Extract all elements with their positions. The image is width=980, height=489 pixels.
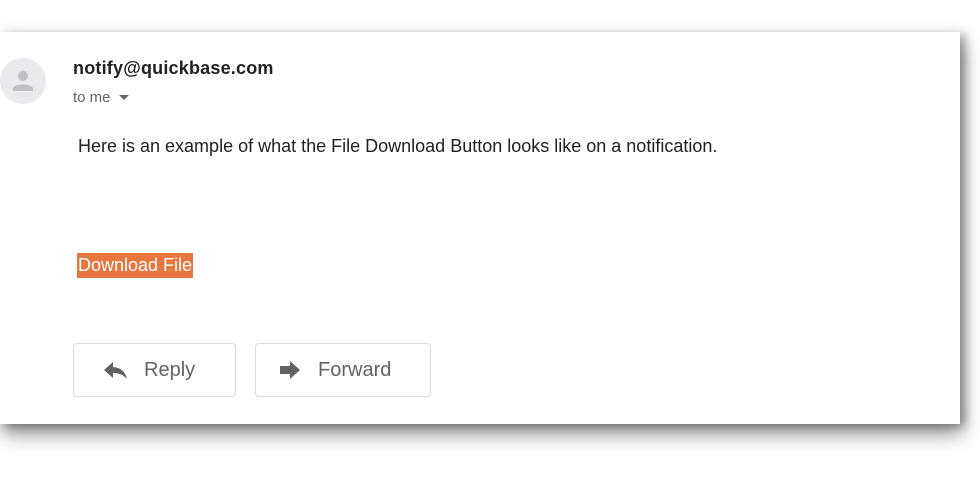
sender-avatar[interactable] — [0, 58, 46, 104]
email-message-card: notify@quickbase.com to me Here is an ex… — [0, 32, 960, 424]
person-avatar-icon — [13, 71, 33, 91]
download-file-button[interactable]: Download File — [77, 253, 194, 278]
forward-arrow-icon — [278, 360, 302, 380]
reply-label: Reply — [144, 358, 196, 381]
sender-address: notify@quickbase.com — [73, 58, 274, 78]
forward-label: Forward — [318, 358, 392, 381]
email-body-text: Here is an example of what the File Down… — [78, 136, 718, 156]
chevron-down-icon[interactable] — [118, 95, 129, 100]
reply-button[interactable]: Reply — [73, 343, 236, 397]
screenshot-stage: notify@quickbase.com to me Here is an ex… — [0, 0, 980, 489]
forward-button[interactable]: Forward — [255, 343, 431, 397]
recipient-label: to me — [73, 89, 111, 106]
recipient-row[interactable]: to me — [73, 89, 129, 106]
reply-arrow-icon — [102, 360, 128, 380]
